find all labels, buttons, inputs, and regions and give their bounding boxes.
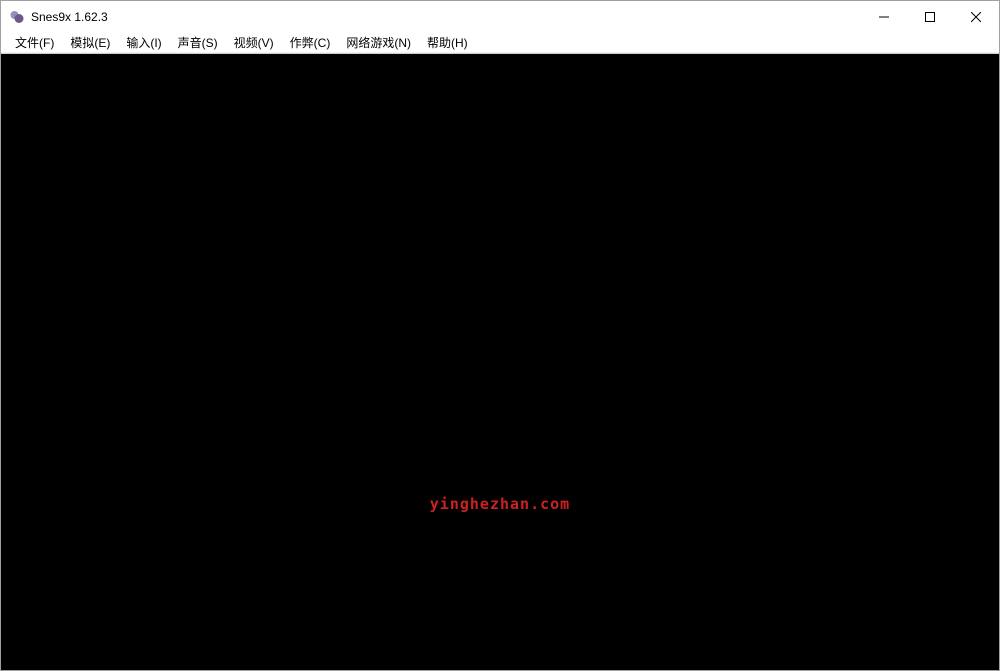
menu-netplay[interactable]: 网络游戏(N)	[338, 32, 419, 53]
window-controls	[861, 1, 999, 32]
emulator-display: yinghezhan.com	[1, 54, 999, 670]
minimize-button[interactable]	[861, 1, 907, 32]
menubar: 文件(F) 模拟(E) 输入(I) 声音(S) 视频(V) 作弊(C) 网络游戏…	[1, 32, 999, 52]
menu-video[interactable]: 视频(V)	[226, 32, 282, 53]
app-icon	[9, 9, 25, 25]
menu-cheat[interactable]: 作弊(C)	[282, 32, 339, 53]
menu-emulation[interactable]: 模拟(E)	[62, 32, 118, 53]
menu-input[interactable]: 输入(I)	[118, 32, 169, 53]
maximize-button[interactable]	[907, 1, 953, 32]
menu-sound[interactable]: 声音(S)	[170, 32, 226, 53]
window-title: Snes9x 1.62.3	[31, 10, 108, 24]
menu-file[interactable]: 文件(F)	[7, 32, 62, 53]
menu-help[interactable]: 帮助(H)	[419, 32, 476, 53]
titlebar[interactable]: Snes9x 1.62.3	[1, 1, 999, 32]
watermark-text: yinghezhan.com	[430, 495, 570, 513]
close-button[interactable]	[953, 1, 999, 32]
